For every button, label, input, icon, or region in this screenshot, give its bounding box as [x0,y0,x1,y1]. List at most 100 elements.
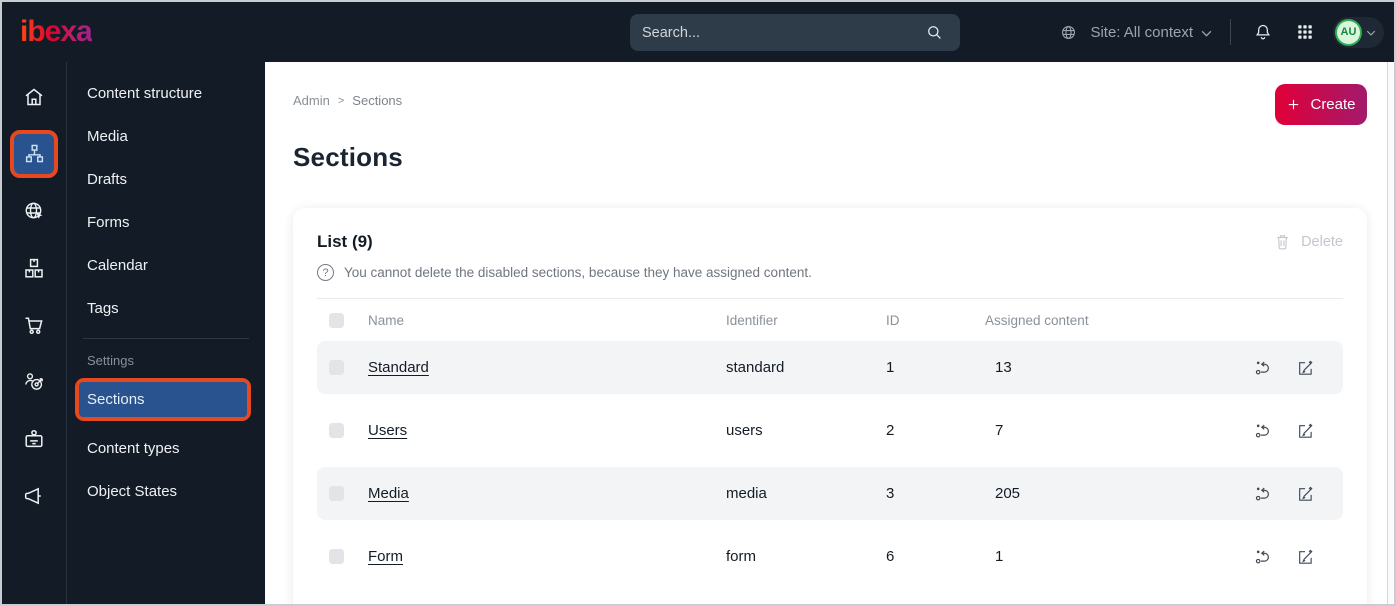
row-checkbox[interactable] [329,360,344,375]
page-title: Sections [293,142,403,172]
user-menu[interactable]: AU [1333,16,1384,48]
create-button-label: Create [1310,96,1356,113]
assign-content-icon[interactable] [1253,421,1272,440]
create-button[interactable]: Create [1275,84,1367,125]
sidebar-group-settings: Settings [87,353,134,368]
content-structure-icon [23,142,46,165]
sidebar-menu: Content structure Media Drafts Forms Cal… [67,62,265,604]
rail-item-product-catalog[interactable] [2,239,67,296]
table-row: Media media 3 205 [317,467,1343,520]
sections-list-card: List (9) Delete ? You cannot delete the … [293,208,1367,604]
section-name-link[interactable]: Media [368,485,409,502]
section-assigned-content: 1 [995,548,1004,565]
sidebar-item-calendar[interactable]: Calendar [67,244,265,287]
rail-item-dashboard[interactable] [2,68,67,125]
column-header-assigned-content: Assigned content [985,312,1089,328]
delete-button[interactable]: Delete [1274,233,1343,251]
help-question-icon: ? [317,264,334,281]
column-header-identifier: Identifier [726,312,778,328]
admin-badge-icon [22,427,46,451]
row-checkbox[interactable] [329,486,344,501]
section-name-link[interactable]: Standard [368,359,429,376]
section-id: 1 [886,359,895,376]
search-input[interactable] [642,24,920,41]
site-context-label: Site: All context [1090,23,1193,41]
globe-icon [1054,18,1082,46]
notifications-bell-icon[interactable] [1249,18,1277,46]
sidebar-divider [83,338,249,339]
section-identifier: media [726,485,767,502]
topbar: ibexa Site: All context [2,2,1394,62]
assign-content-icon[interactable] [1253,358,1272,377]
section-id: 3 [886,485,895,502]
rail-item-site[interactable] [2,182,67,239]
edit-icon[interactable] [1296,422,1314,440]
sidebar-item-drafts[interactable]: Drafts [67,158,265,201]
section-id: 2 [886,422,895,439]
row-checkbox[interactable] [329,423,344,438]
section-id: 6 [886,548,895,565]
section-assigned-content: 205 [995,485,1021,502]
global-search[interactable] [630,14,960,51]
annotation-highlight-content [10,129,58,178]
assign-content-icon[interactable] [1253,484,1272,503]
app-grid-icon[interactable] [1291,18,1319,46]
rail-item-marketing[interactable] [2,467,67,524]
section-identifier: form [726,548,756,565]
sidebar-item-media[interactable]: Media [67,115,265,158]
marketing-megaphone-icon [22,484,46,508]
sidebar-item-tags[interactable]: Tags [67,287,265,330]
table-header: Name Identifier ID Assigned content [317,299,1343,341]
annotation-highlight-sections: Sections [75,378,251,421]
section-assigned-content: 13 [995,359,1012,376]
table-row: Users users 2 7 [317,404,1343,457]
section-assigned-content: 7 [995,422,1004,439]
breadcrumb-separator: > [337,94,345,107]
home-icon [22,85,46,109]
rail-item-commerce[interactable] [2,296,67,353]
rail-item-content[interactable] [2,125,67,182]
ibexa-logo[interactable]: ibexa [20,17,93,47]
avatar[interactable]: AU [1335,18,1362,46]
section-identifier: standard [726,359,785,376]
commerce-cart-icon [22,313,46,337]
sidebar-item-forms[interactable]: Forms [67,201,265,244]
site-context-selector[interactable]: Site: All context [1054,18,1212,46]
sidebar-item-object-states[interactable]: Object States [67,470,265,513]
sidebar-item-sections[interactable]: Sections [79,382,247,417]
select-all-checkbox[interactable] [329,312,344,328]
product-catalog-icon [22,256,46,280]
column-header-name: Name [368,312,405,328]
list-info: ? You cannot delete the disabled section… [317,264,1343,281]
chevron-down-icon [1366,23,1376,41]
topbar-divider [1230,19,1231,45]
edit-icon[interactable] [1296,485,1314,503]
app-window: ibexa Site: All context [0,0,1396,606]
main-content: Admin > Sections Create Sections List (9… [265,62,1394,604]
plus-icon [1286,97,1301,112]
scrollbar[interactable] [1387,62,1394,604]
breadcrumb-admin[interactable]: Admin [293,93,330,108]
trash-icon [1274,233,1291,251]
section-name-link[interactable]: Users [368,422,407,439]
rail-item-personalization[interactable] [2,353,67,410]
sidebar-item-content-types[interactable]: Content types [67,427,265,470]
rail-item-admin[interactable] [2,410,67,467]
column-header-id: ID [886,312,900,328]
personalization-icon [22,370,46,394]
edit-icon[interactable] [1296,548,1314,566]
sidebar-item-content-structure[interactable]: Content structure [67,72,265,115]
chevron-down-icon [1201,24,1212,41]
table-row: Standard standard 1 13 [317,341,1343,394]
delete-button-label: Delete [1301,234,1343,250]
search-icon[interactable] [920,19,948,47]
breadcrumb: Admin > Sections [293,93,402,108]
row-checkbox[interactable] [329,549,344,564]
site-icon [22,199,46,223]
icon-rail [2,62,67,604]
topbar-right-cluster: Site: All context AU [1054,2,1384,62]
list-info-text: You cannot delete the disabled sections,… [344,265,812,280]
section-name-link[interactable]: Form [368,548,403,565]
edit-icon[interactable] [1296,359,1314,377]
assign-content-icon[interactable] [1253,547,1272,566]
